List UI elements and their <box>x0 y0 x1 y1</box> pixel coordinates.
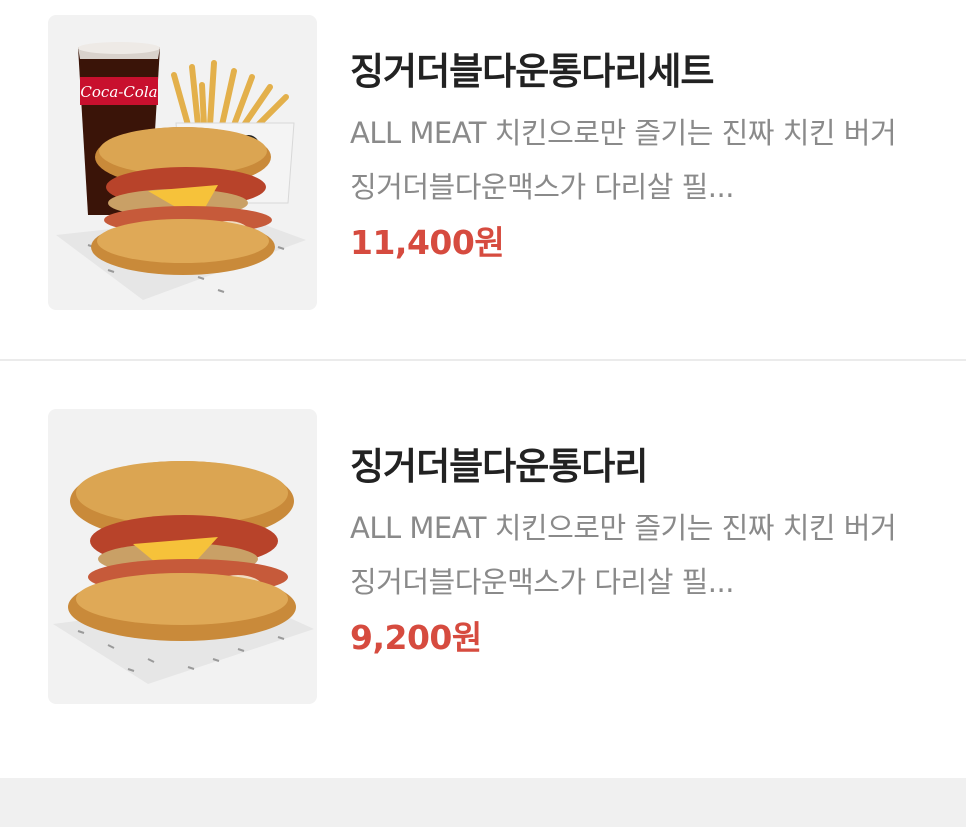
item-info: 징거더블다운통다리 ALL MEAT 치킨으로만 즐기는 진짜 치킨 버거 징거… <box>350 439 930 663</box>
item-name[interactable]: 징거더블다운통다리세트 <box>350 44 930 100</box>
svg-text:Coca-Cola: Coca-Cola <box>80 83 157 101</box>
item-info: 징거더블다운통다리세트 ALL MEAT 치킨으로만 즐기는 진짜 치킨 버거 … <box>350 44 930 268</box>
burger-image[interactable] <box>48 409 317 704</box>
item-description: ALL MEAT 치킨으로만 즐기는 진짜 치킨 버거 징거더블다운맥스가 다리… <box>350 511 897 599</box>
item-price: 11,400원 <box>350 223 505 262</box>
item-name[interactable]: 징거더블다운통다리 <box>350 439 930 495</box>
menu-item[interactable]: Coca-Cola 징거더블다운통다리세트 ALL MEAT 치킨으로만 즐기는… <box>0 0 966 360</box>
menu-list: Coca-Cola 징거더블다운통다리세트 ALL MEAT 치킨으로만 즐기는… <box>0 0 966 827</box>
item-description: ALL MEAT 치킨으로만 즐기는 진짜 치킨 버거 징거더블다운맥스가 다리… <box>350 116 897 204</box>
section-separator <box>0 778 966 827</box>
item-price: 9,200원 <box>350 618 482 657</box>
burger-set-image[interactable]: Coca-Cola <box>48 15 317 310</box>
menu-item[interactable]: 징거더블다운통다리 ALL MEAT 치킨으로만 즐기는 진짜 치킨 버거 징거… <box>0 361 966 721</box>
